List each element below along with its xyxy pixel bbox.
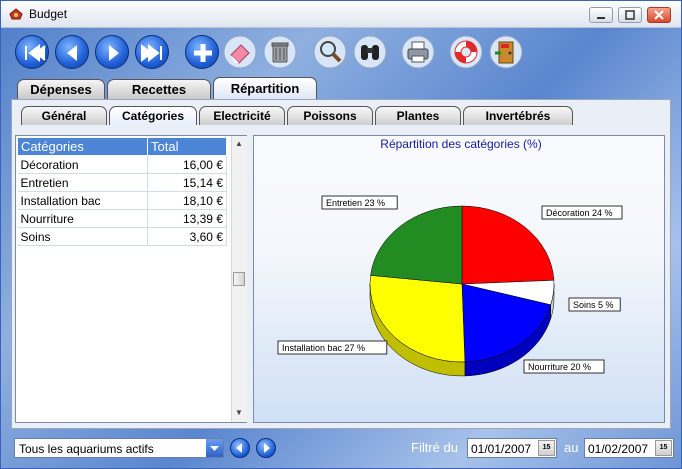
calendar-icon[interactable]: 15 <box>655 440 672 456</box>
pie-slice <box>370 205 463 285</box>
table-row[interactable]: Installation bac 18,10 € <box>17 191 227 210</box>
date-to-field[interactable]: 01/02/2007 15 <box>584 438 674 458</box>
first-record-button[interactable] <box>15 35 49 69</box>
magnifier-icon <box>313 35 347 69</box>
total-cell: 16,00 € <box>147 155 227 174</box>
subtab-plantes[interactable]: Plantes <box>375 106 461 125</box>
lifebuoy-icon <box>449 35 483 69</box>
binoculars-icon <box>353 35 387 69</box>
trash-icon <box>263 35 297 69</box>
to-label: au <box>564 440 579 455</box>
total-cell: 15,14 € <box>147 173 227 192</box>
printer-icon <box>401 35 435 69</box>
aquarium-filter-select[interactable]: Tous les aquariums actifs <box>14 438 224 458</box>
scrollbar-thumb[interactable] <box>233 272 245 286</box>
tab-depenses[interactable]: Dépenses <box>17 79 105 99</box>
table-row[interactable]: Soins 3,60 € <box>17 227 227 246</box>
table-header-row: Catégories Total <box>17 137 227 156</box>
scroll-down-icon[interactable]: ▼ <box>235 408 243 417</box>
subtab-poissons[interactable]: Poissons <box>287 106 373 125</box>
pie-slice-label: Soins 5 % <box>573 300 614 310</box>
next-aquarium-button[interactable] <box>256 438 276 458</box>
title-bar: Budget <box>1 1 681 28</box>
subtab-general[interactable]: Général <box>21 106 107 125</box>
exit-door-icon <box>489 35 523 69</box>
total-cell: 3,60 € <box>147 227 227 246</box>
previous-record-icon <box>67 45 77 61</box>
scroll-up-icon[interactable]: ▲ <box>235 139 243 148</box>
categories-table: Catégories Total Décoration 16,00 € Entr… <box>15 135 247 423</box>
next-icon <box>264 443 270 453</box>
help-button[interactable] <box>449 35 483 69</box>
budget-app-icon <box>9 8 23 20</box>
maximize-icon <box>625 10 635 20</box>
window-title: Budget <box>29 7 68 21</box>
category-cell: Soins <box>17 227 148 246</box>
subtab-invertebres[interactable]: Invertébrés <box>463 106 573 125</box>
find-button[interactable] <box>353 35 387 69</box>
delete-button[interactable] <box>263 35 297 69</box>
close-button[interactable] <box>647 7 671 23</box>
pie-slice <box>461 205 555 285</box>
pie-chart: Répartition des catégories (%) Décoratio… <box>277 137 623 377</box>
previous-aquarium-button[interactable] <box>230 438 250 458</box>
add-icon <box>194 44 212 62</box>
subtab-categories[interactable]: Catégories <box>109 106 197 125</box>
calendar-icon[interactable]: 15 <box>538 440 555 456</box>
total-cell: 13,39 € <box>147 209 227 228</box>
close-icon <box>654 10 664 20</box>
next-record-icon <box>109 45 119 61</box>
table-row[interactable]: Nourriture 13,39 € <box>17 209 227 228</box>
category-cell: Décoration <box>17 155 148 174</box>
table-scrollbar[interactable]: ▲ ▼ <box>231 136 247 422</box>
date-from-field[interactable]: 01/01/2007 15 <box>467 438 557 458</box>
budget-window: Budget Dépenses Recettes Répartition Gén… <box>0 0 682 469</box>
category-cell: Entretien <box>17 173 148 192</box>
first-record-icon <box>25 43 46 63</box>
previous-record-button[interactable] <box>55 35 89 69</box>
exit-button[interactable] <box>489 35 523 69</box>
total-cell: 18,10 € <box>147 191 227 210</box>
tab-repartition[interactable]: Répartition <box>213 77 317 99</box>
search-button[interactable] <box>313 35 347 69</box>
date-to-value: 01/02/2007 <box>588 442 649 456</box>
last-record-button[interactable] <box>135 35 169 69</box>
pie-slice-label: Entretien 23 % <box>326 198 385 208</box>
last-record-icon <box>141 43 162 63</box>
pie-slice-label: Installation bac 27 % <box>282 343 365 353</box>
filter-from-label: Filtré du <box>411 440 458 455</box>
tab-recettes[interactable]: Recettes <box>107 79 211 99</box>
chevron-down-icon <box>210 446 219 451</box>
aquarium-filter-value: Tous les aquariums actifs <box>19 442 154 456</box>
table-row[interactable]: Décoration 16,00 € <box>17 155 227 174</box>
maximize-button[interactable] <box>618 7 642 23</box>
previous-icon <box>236 443 242 453</box>
column-header-categories[interactable]: Catégories <box>17 137 148 156</box>
erase-button[interactable] <box>223 35 257 69</box>
add-button[interactable] <box>185 35 219 69</box>
pie-slice-label: Décoration 24 % <box>546 208 613 218</box>
pie-chart-panel: Répartition des catégories (%) Décoratio… <box>253 135 665 423</box>
minimize-button[interactable] <box>589 7 613 23</box>
dropdown-button[interactable] <box>206 439 223 457</box>
minimize-icon <box>597 17 605 19</box>
next-record-button[interactable] <box>95 35 129 69</box>
column-header-total[interactable]: Total <box>147 137 227 156</box>
print-button[interactable] <box>401 35 435 69</box>
subtab-electricite[interactable]: Electricité <box>199 106 285 125</box>
category-cell: Installation bac <box>17 191 148 210</box>
date-from-value: 01/01/2007 <box>471 442 532 456</box>
eraser-icon <box>223 35 257 69</box>
chart-title: Répartition des catégories (%) <box>380 137 541 151</box>
category-cell: Nourriture <box>17 209 148 228</box>
pie-slice-label: Nourriture 20 % <box>528 362 591 372</box>
table-row[interactable]: Entretien 15,14 € <box>17 173 227 192</box>
